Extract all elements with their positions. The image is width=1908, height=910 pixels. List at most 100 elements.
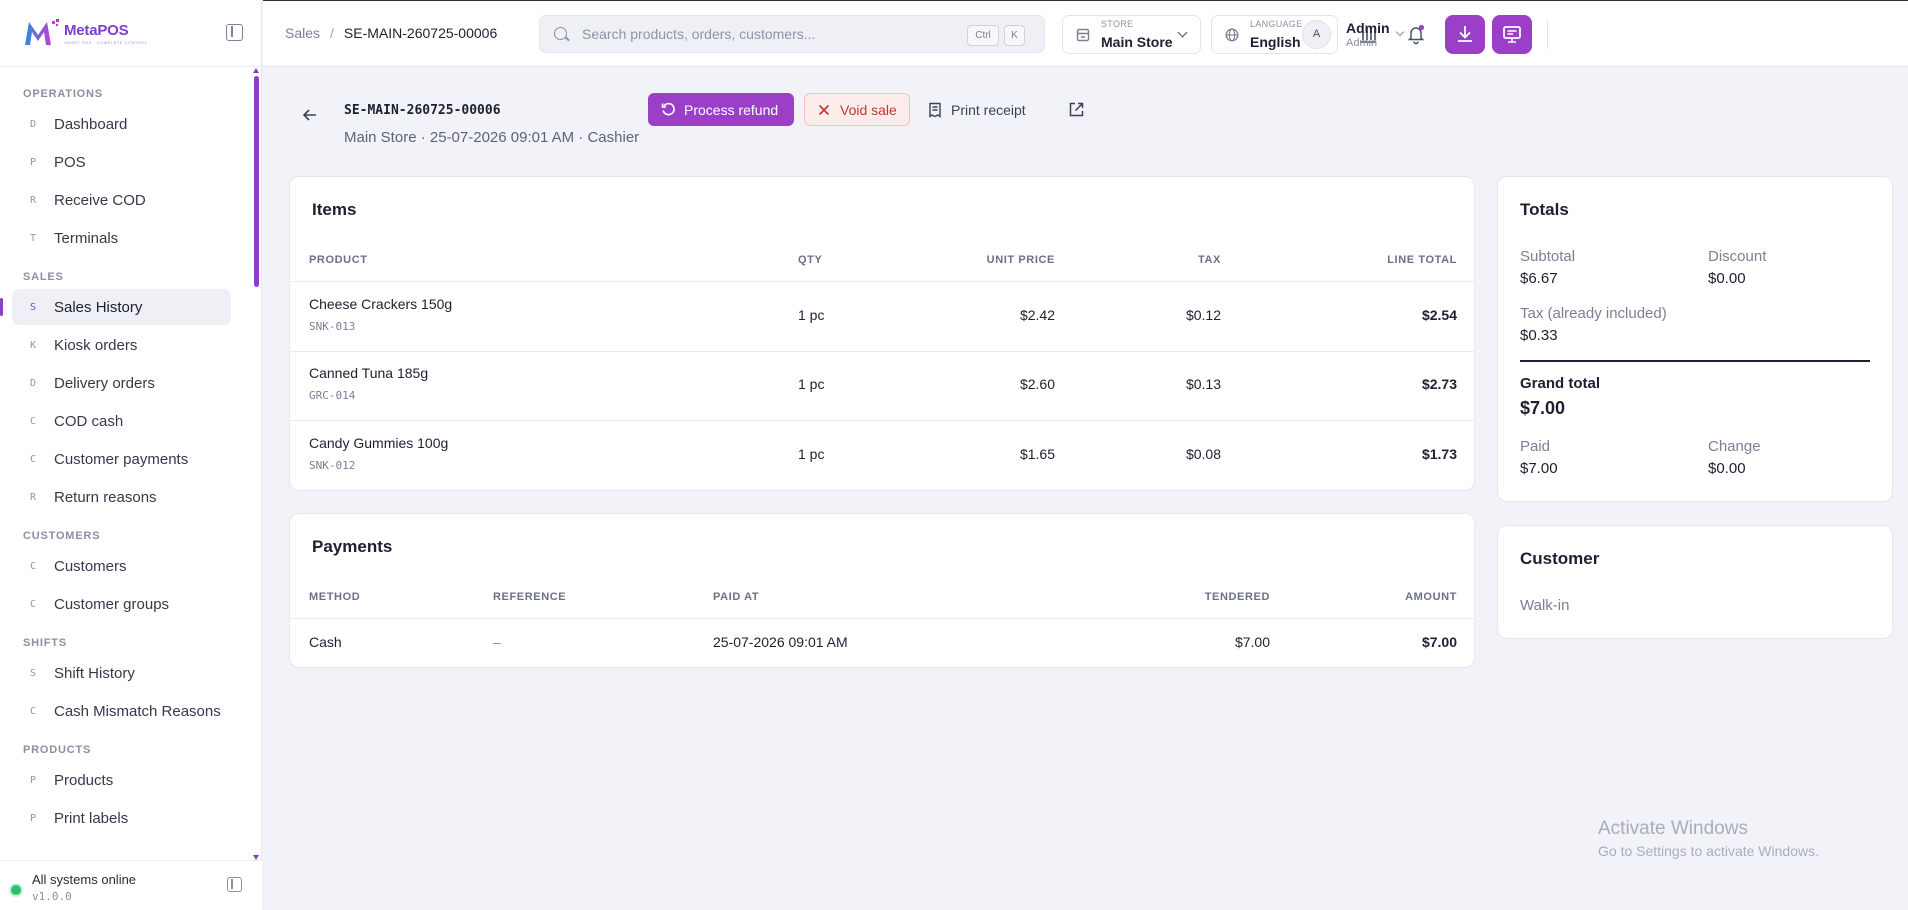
sidebar-item-products[interactable]: P Products [12, 762, 231, 798]
sale-meta: Main Store · 25-07-2026 09:01 AM · Cashi… [344, 129, 640, 146]
nav-section-sales: SALES [23, 271, 64, 283]
nav-section-shifts: SHIFTS [23, 637, 67, 649]
sidebar-item-cod-cash[interactable]: C COD cash [12, 403, 231, 439]
col-product: PRODUCT [309, 254, 368, 266]
nav-letter: P [30, 156, 37, 168]
activate-windows-hint: Go to Settings to activate Windows. [1598, 843, 1819, 859]
nav-letter: C [30, 415, 37, 427]
metapos-logo-icon [25, 19, 59, 45]
online-status-icon [11, 885, 21, 895]
subtotal-value: $6.67 [1520, 270, 1558, 287]
divider [290, 420, 1474, 421]
totals-title: Totals [1520, 200, 1569, 219]
discount-label: Discount [1708, 248, 1767, 265]
user-name: Admin [1346, 20, 1390, 36]
line-total: $2.54 [1421, 307, 1457, 323]
customer-value: Walk-in [1520, 597, 1570, 614]
sidebar-item-cash-mismatch-reasons[interactable]: C Cash Mismatch Reasons [12, 693, 231, 729]
brand-logo[interactable]: MetaPOS SMART POS · COMPLETE CONTROL [0, 0, 261, 67]
col-qty: QTY [798, 254, 823, 266]
nav-label: Return reasons [54, 488, 157, 506]
col-tendered: TENDERED [1204, 591, 1270, 603]
active-indicator [0, 298, 3, 316]
col-paid-at: PAID AT [713, 591, 760, 603]
search-placeholder: Search products, orders, customers... [582, 26, 816, 42]
process-refund-label: Process refund [684, 101, 779, 118]
sidebar-item-sales-history[interactable]: S Sales History [0, 289, 231, 325]
subtotal-label: Subtotal [1520, 248, 1576, 265]
void-sale-button[interactable]: Void sale [804, 93, 910, 126]
divider [290, 351, 1474, 352]
print-receipt-button[interactable]: Print receipt [928, 93, 1026, 126]
monitor-icon [1503, 26, 1521, 43]
nav-letter: K [30, 339, 37, 351]
breadcrumb-sales-link[interactable]: Sales [285, 25, 320, 41]
unit-price: $2.42 [1019, 307, 1055, 323]
nav-label: Cash Mismatch Reasons [54, 702, 221, 720]
sidebar-item-dashboard[interactable]: D Dashboard [12, 106, 231, 142]
tax-label: Tax (already included) [1520, 305, 1667, 322]
qty: 1 pc [798, 307, 825, 323]
sidebar-item-return-reasons[interactable]: R Return reasons [12, 479, 231, 515]
col-amount: AMOUNT [1405, 591, 1457, 603]
product-sku: SNK-012 [309, 459, 356, 472]
nav-label: Print labels [54, 809, 129, 827]
nav-label: COD cash [54, 412, 124, 430]
nav-letter: T [30, 232, 37, 244]
sidebar-item-customers[interactable]: C Customers [12, 548, 231, 584]
col-method: METHOD [309, 591, 361, 603]
payment-method: Cash [309, 634, 342, 650]
sidebar-item-pos[interactable]: P POS [12, 144, 231, 180]
store-caption: STORE [1101, 19, 1134, 29]
change-value: $0.00 [1708, 460, 1746, 477]
nav-section-products: PRODUCTS [23, 744, 92, 756]
sidebar-scrollbar[interactable] [253, 68, 260, 860]
sidebar-item-print-labels[interactable]: P Print labels [12, 800, 231, 836]
sidebar-collapse-icon[interactable] [226, 24, 243, 41]
payment-amount: $7.00 [1421, 634, 1457, 650]
footer-collapse-icon[interactable] [227, 877, 242, 892]
breadcrumb: Sales / SE-MAIN-260725-00006 [285, 25, 497, 41]
external-link-icon[interactable] [1068, 101, 1085, 118]
shortcut-k-key: K [1004, 25, 1025, 46]
sidebar-item-terminals[interactable]: T Terminals [12, 220, 231, 256]
paid-value: $7.00 [1520, 460, 1558, 477]
notifications-bell-icon[interactable] [1405, 23, 1427, 45]
divider [290, 618, 1474, 619]
customer-title: Customer [1520, 549, 1600, 568]
avatar[interactable]: A [1302, 20, 1331, 49]
sidebar-item-customer-groups[interactable]: C Customer groups [12, 586, 231, 622]
change-label: Change [1708, 438, 1761, 455]
totals-card: Totals Subtotal $6.67 Discount $0.00 Tax… [1497, 176, 1893, 502]
nav-label: Dashboard [54, 115, 128, 133]
tax: $0.12 [1185, 307, 1221, 323]
sidebar-item-shift-history[interactable]: S Shift History [12, 655, 231, 691]
brand-tagline: SMART POS · COMPLETE CONTROL [64, 39, 148, 45]
nav-letter: R [30, 194, 37, 206]
refund-icon [661, 102, 675, 116]
product-name: Candy Gummies 100g [309, 435, 449, 451]
nav-letter: S [30, 301, 37, 313]
nav-label: POS [54, 153, 86, 171]
tax-value: $0.33 [1520, 327, 1558, 344]
sidebar-item-delivery-orders[interactable]: D Delivery orders [12, 365, 231, 401]
chevron-down-icon [1395, 27, 1405, 37]
tax: $0.13 [1185, 376, 1221, 392]
store-selector[interactable]: STORE Main Store [1062, 15, 1201, 54]
sidebar-item-receive-cod[interactable]: R Receive COD [12, 182, 231, 218]
discount-value: $0.00 [1708, 270, 1746, 287]
sidebar-item-kiosk-orders[interactable]: K Kiosk orders [12, 327, 231, 363]
search-input[interactable]: Search products, orders, customers... Ct… [539, 15, 1045, 53]
void-sale-label: Void sale [840, 101, 897, 118]
process-refund-button[interactable]: Process refund [648, 93, 794, 126]
search-icon [554, 27, 567, 40]
divider [1547, 20, 1548, 49]
sidebar-item-customer-payments[interactable]: C Customer payments [12, 441, 231, 477]
back-arrow-icon[interactable] [302, 108, 318, 122]
user-role: Admin [1346, 37, 1378, 49]
scroll-up-arrow-icon[interactable] [253, 68, 259, 73]
divider [290, 281, 1474, 282]
download-button[interactable] [1445, 15, 1485, 54]
scrollbar-thumb[interactable] [254, 76, 259, 287]
pos-terminal-button[interactable] [1492, 15, 1532, 54]
